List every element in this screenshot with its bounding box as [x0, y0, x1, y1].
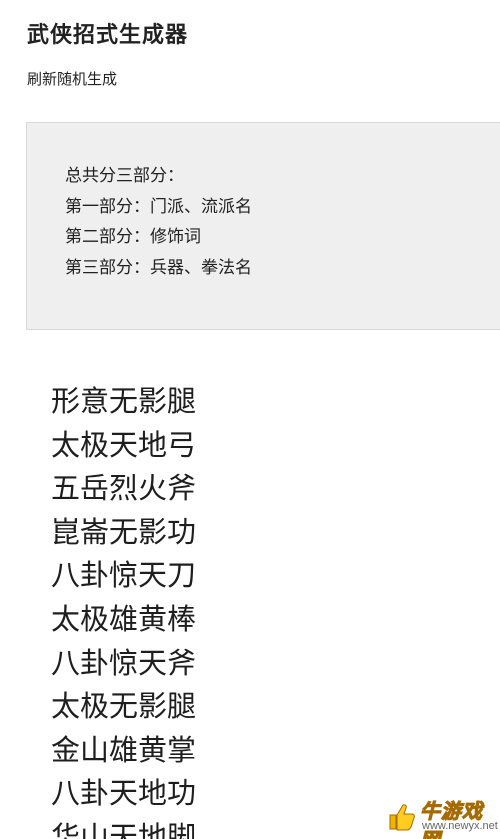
- result-item: 太极雄黄棒: [51, 601, 197, 636]
- result-item: 金山雄黄掌: [51, 732, 197, 767]
- result-item: 太极无影腿: [51, 689, 197, 724]
- info-line-part-1: 第一部分：门派、流派名: [65, 196, 252, 217]
- result-item: 五岳烈火斧: [51, 471, 197, 506]
- watermark-name: 牛游戏网: [420, 799, 483, 839]
- result-item: 八卦惊天斧: [51, 645, 197, 680]
- site-watermark: 牛游戏网 www.newyx.net: [380, 793, 500, 839]
- watermark-url: www.newyx.net: [422, 820, 498, 832]
- result-item: 形意无影腿: [51, 384, 197, 418]
- results-list: 形意无影腿 太极天地弓 五岳烈火斧 崑崙无影功 八卦惊天刀 太极雄黄棒 八卦惊天…: [51, 380, 196, 839]
- page: 武侠招式生成器 刷新随机生成 总共分三部分： 第一部分：门派、流派名 第二部分：…: [0, 0, 500, 839]
- result-item: 华山天地脚: [51, 819, 197, 839]
- info-panel: 总共分三部分： 第一部分：门派、流派名 第二部分：修饰词 第三部分：兵器、拳法名: [26, 122, 500, 330]
- result-item: 崑崙无影功: [51, 514, 197, 549]
- info-line-part-3: 第三部分：兵器、拳法名: [65, 257, 252, 278]
- info-line-part-2: 第二部分：修饰词: [65, 227, 201, 247]
- thumbs-up-logo-icon: [389, 804, 415, 831]
- info-line-summary: 总共分三部分：: [65, 166, 184, 186]
- info-lines: 总共分三部分： 第一部分：门派、流派名 第二部分：修饰词 第三部分：兵器、拳法名: [65, 161, 252, 283]
- result-item: 太极天地弓: [51, 427, 197, 462]
- refresh-random-link[interactable]: 刷新随机生成: [27, 68, 117, 89]
- result-item: 八卦惊天刀: [51, 558, 197, 593]
- result-item: 八卦天地功: [51, 776, 197, 811]
- page-title: 武侠招式生成器: [27, 23, 189, 48]
